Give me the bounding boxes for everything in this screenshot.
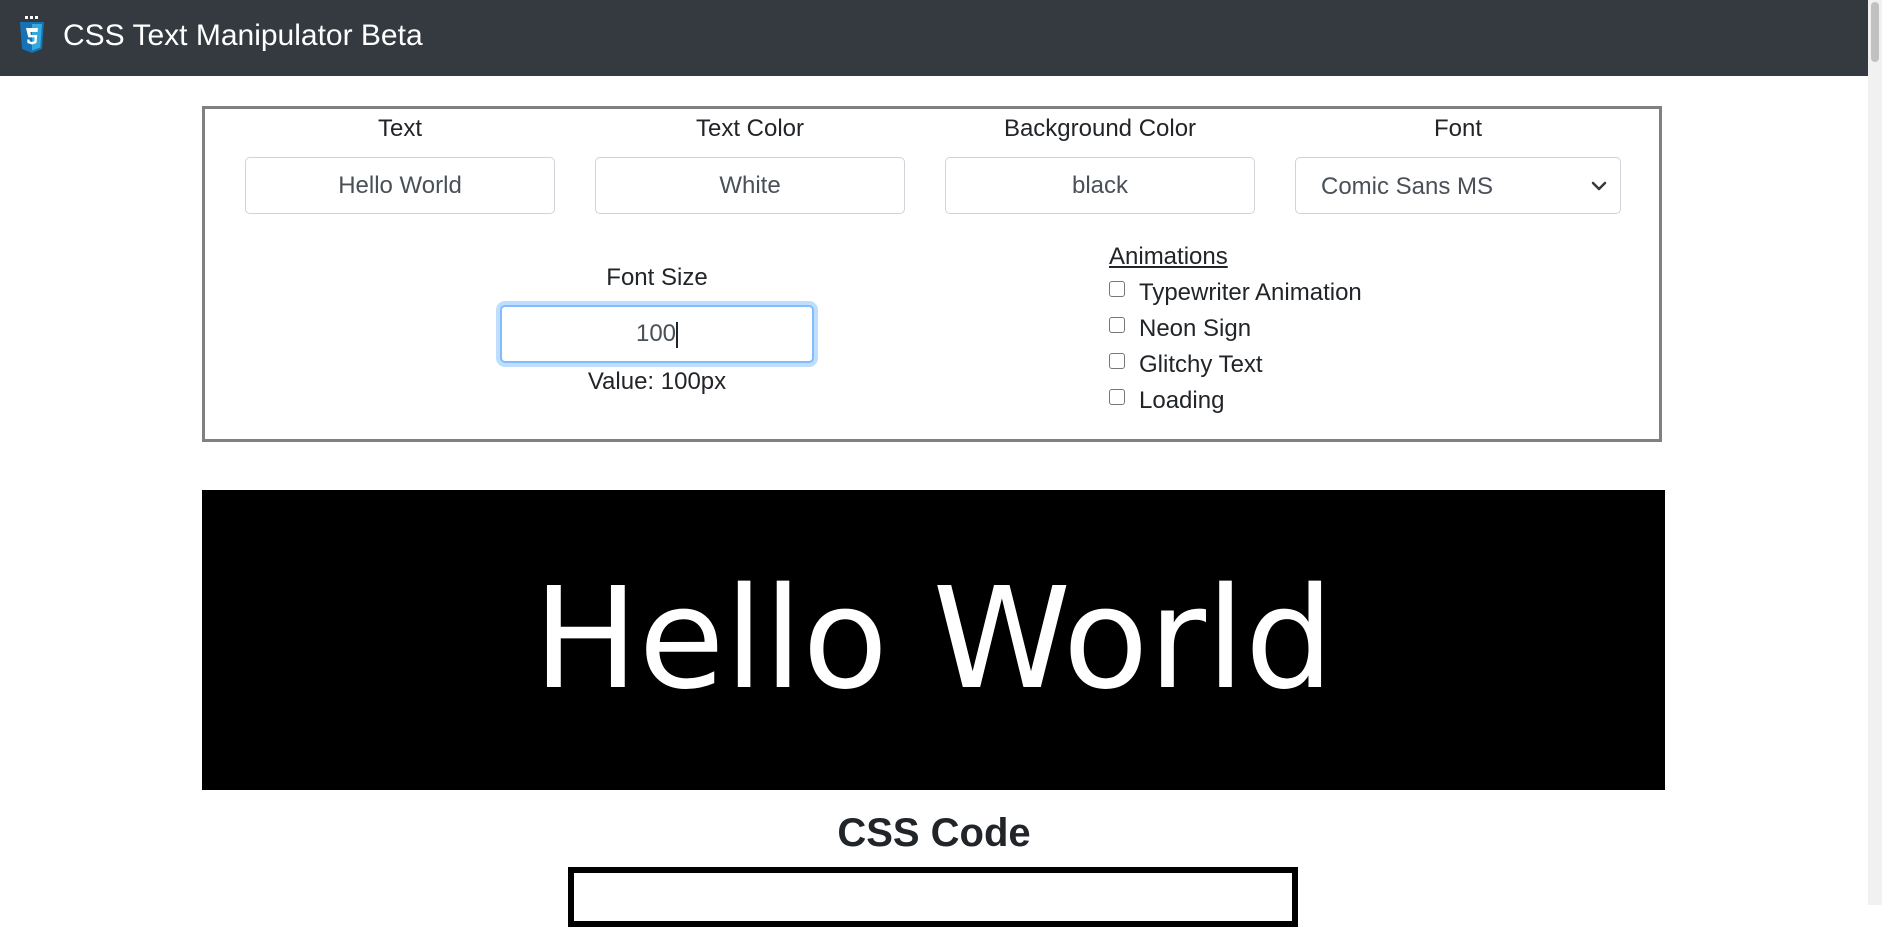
- animations-title: Animations: [1109, 243, 1228, 270]
- font-size-label: Font Size: [606, 264, 708, 291]
- glitchy-text-label[interactable]: Glitchy Text: [1139, 350, 1263, 380]
- font-select-value: Comic Sans MS: [1321, 173, 1494, 200]
- preview-text: Hello World: [533, 558, 1334, 721]
- background-color-label: Background Color: [1003, 115, 1197, 142]
- font-size-input[interactable]: 100: [500, 305, 814, 363]
- text-input[interactable]: [245, 157, 555, 214]
- font-size-value: 100: [635, 320, 677, 347]
- loading-checkbox[interactable]: [1109, 389, 1125, 405]
- background-color-input[interactable]: [945, 157, 1255, 214]
- text-color-input[interactable]: [595, 157, 905, 214]
- text-label: Text: [377, 115, 422, 142]
- navbar: CSS Text Manipulator Beta: [0, 0, 1882, 76]
- font-select[interactable]: Comic Sans MS: [1295, 157, 1621, 214]
- neon-sign-label[interactable]: Neon Sign: [1139, 314, 1251, 344]
- scrollbar-thumb[interactable]: [1871, 2, 1879, 62]
- loading-label[interactable]: Loading: [1139, 386, 1224, 416]
- neon-sign-checkbox[interactable]: [1109, 317, 1125, 333]
- font-label: Font: [1433, 115, 1483, 142]
- app-title[interactable]: CSS Text Manipulator Beta: [63, 16, 423, 56]
- typewriter-checkbox[interactable]: [1109, 281, 1125, 297]
- scrollbar[interactable]: [1868, 0, 1882, 905]
- text-cursor: [676, 321, 679, 348]
- font-size-readout: Value: 100px: [587, 368, 727, 395]
- css-code-heading: CSS Code: [837, 811, 1031, 855]
- chevron-down-icon: [1591, 181, 1607, 191]
- text-color-label: Text Color: [695, 115, 805, 142]
- css-code-box[interactable]: [568, 867, 1298, 927]
- css3-icon[interactable]: [19, 16, 45, 54]
- text-preview: Hello World: [202, 490, 1665, 790]
- typewriter-label[interactable]: Typewriter Animation: [1139, 278, 1362, 308]
- glitchy-text-checkbox[interactable]: [1109, 353, 1125, 369]
